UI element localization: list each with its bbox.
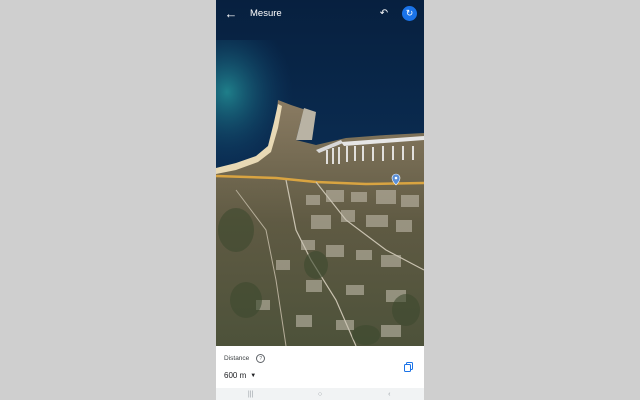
clear-button[interactable]: ↻ (402, 5, 417, 21)
refresh-icon: ↻ (405, 7, 414, 18)
system-nav-bar: ||| ○ ‹ (216, 388, 424, 400)
undo-button[interactable]: ↶ (376, 5, 392, 21)
distance-value: 600 m (224, 371, 247, 380)
distance-label: Distance (224, 355, 250, 362)
arrow-left-icon: ← (224, 5, 238, 21)
back-nav-icon[interactable]: ‹ (383, 391, 395, 398)
copy-icon (403, 362, 413, 372)
top-bar: ← Mesure ↶ ↻ (216, 0, 424, 26)
satellite-map[interactable] (216, 0, 424, 346)
copy-button[interactable] (402, 361, 414, 373)
help-circle-icon[interactable]: ? (256, 354, 266, 363)
undo-icon: ↶ (379, 7, 389, 19)
unit-dropdown[interactable]: 600 m ▼ (224, 371, 256, 380)
back-button[interactable]: ← (218, 0, 244, 26)
home-icon[interactable]: ○ (314, 391, 326, 398)
page-title: Mesure (250, 7, 282, 19)
caret-down-icon: ▼ (250, 372, 257, 379)
phone-screen: ← Mesure ↶ ↻ Distance ? 600 m ▼ ||| ○ ‹ (216, 0, 424, 400)
recent-apps-icon[interactable]: ||| (245, 391, 257, 398)
distance-header: Distance ? (224, 354, 266, 363)
